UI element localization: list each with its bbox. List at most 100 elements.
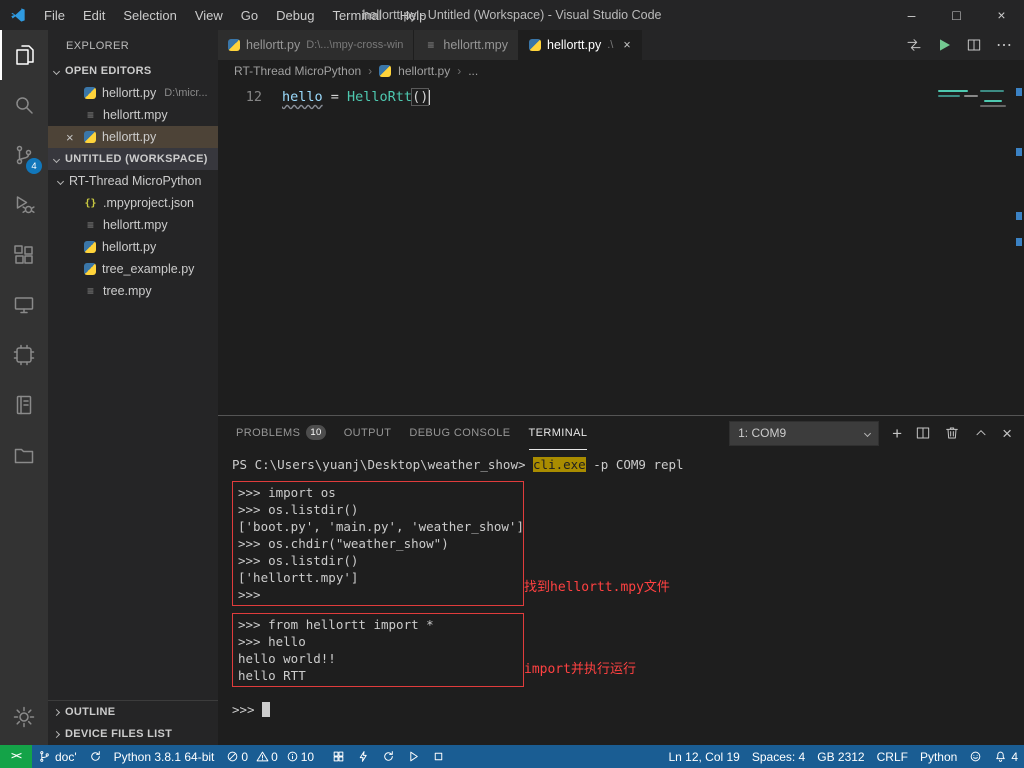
tree-file-item[interactable]: tree_example.py: [48, 258, 218, 280]
eol-sequence[interactable]: CRLF: [871, 745, 914, 768]
chevron-down-icon: [864, 429, 871, 436]
close-panel-icon[interactable]: ×: [1002, 425, 1012, 442]
open-editor-item[interactable]: ≡ hellortt.mpy: [48, 104, 218, 126]
open-changes-icon[interactable]: [906, 37, 922, 53]
tab-hellortt-py-local[interactable]: hellortt.py D:\...\mpy-cross-win: [218, 30, 414, 60]
maximize-panel-icon[interactable]: [973, 425, 989, 441]
section-device-files[interactable]: DEVICE FILES LIST: [48, 723, 218, 745]
python-interpreter-item[interactable]: Python 3.8.1 64-bit: [108, 745, 221, 768]
line-number: 12: [218, 89, 262, 105]
notification-count: 4: [1011, 750, 1018, 764]
chevron-right-icon: [53, 708, 60, 715]
explorer-icon[interactable]: [0, 30, 48, 80]
extensions-icon[interactable]: [0, 230, 48, 280]
kill-terminal-icon[interactable]: [944, 425, 960, 441]
tab-output[interactable]: OUTPUT: [344, 416, 392, 450]
language-mode[interactable]: Python: [914, 745, 963, 768]
python-file-icon: [228, 39, 240, 51]
menu-file[interactable]: File: [36, 4, 73, 27]
breadcrumb-item[interactable]: RT-Thread MicroPython: [234, 64, 361, 78]
terminal-line: >>> import os: [238, 484, 518, 501]
problems-summary[interactable]: 0 0 10: [220, 750, 326, 764]
split-editor-icon[interactable]: [966, 37, 982, 53]
stop-icon[interactable]: [426, 745, 451, 768]
code-parens: (): [412, 89, 428, 105]
section-outline[interactable]: OUTLINE: [48, 701, 218, 723]
encoding[interactable]: GB 2312: [811, 745, 870, 768]
new-terminal-icon[interactable]: +: [892, 425, 902, 442]
tab-problems[interactable]: PROBLEMS 10: [236, 416, 326, 450]
editor-caret: [428, 90, 430, 105]
device-folder-icon[interactable]: [0, 430, 48, 480]
tree-folder-rt-thread[interactable]: RT-Thread MicroPython: [48, 170, 218, 192]
git-branch-item[interactable]: doc': [32, 745, 83, 768]
open-editor-item[interactable]: hellortt.py D:\micr...: [48, 82, 218, 104]
eol-label: CRLF: [877, 750, 908, 764]
json-file-icon: {}: [84, 198, 97, 209]
file-label: hellortt.mpy: [103, 108, 168, 122]
terminal-dropdown[interactable]: 1: COM9: [729, 421, 879, 446]
notebook-icon[interactable]: [0, 380, 48, 430]
menu-view[interactable]: View: [187, 4, 231, 27]
maximize-button[interactable]: □: [934, 0, 979, 30]
settings-gear-icon[interactable]: [0, 689, 48, 745]
tab-debug-console[interactable]: DEBUG CONSOLE: [409, 416, 510, 450]
split-terminal-icon[interactable]: [915, 425, 931, 441]
sidebar-explorer: EXPLORER OPEN EDITORS hellortt.py D:\mic…: [48, 30, 218, 745]
feedback-smiley-icon[interactable]: [963, 745, 988, 768]
tree-file-item[interactable]: ≡ tree.mpy: [48, 280, 218, 302]
file-label: tree_example.py: [102, 262, 194, 276]
menu-edit[interactable]: Edit: [75, 4, 113, 27]
branch-name: doc': [55, 750, 77, 764]
close-icon[interactable]: ×: [66, 130, 78, 145]
refresh-icon[interactable]: [376, 745, 401, 768]
micropython-extension-icon[interactable]: [0, 330, 48, 380]
section-workspace[interactable]: UNTITLED (WORKSPACE): [48, 148, 218, 170]
cursor-position[interactable]: Ln 12, Col 19: [662, 745, 745, 768]
flash-download-icon[interactable]: [351, 745, 376, 768]
tab-terminal[interactable]: TERMINAL: [529, 416, 588, 450]
terminal-line: >>> hello: [238, 633, 518, 650]
terminal-line: >>>: [232, 701, 255, 718]
code-variable: hello: [282, 89, 323, 105]
tree-file-item[interactable]: {} .mpyproject.json: [48, 192, 218, 214]
tab-hellortt-py-active[interactable]: hellortt.py .\ ×: [519, 30, 642, 60]
file-icon: ≡: [84, 284, 97, 298]
breadcrumb-item[interactable]: hellortt.py: [398, 64, 450, 78]
remote-indicator[interactable]: ><: [0, 745, 32, 768]
close-window-button[interactable]: ×: [979, 0, 1024, 30]
search-icon[interactable]: [0, 80, 48, 130]
run-debug-icon[interactable]: [0, 180, 48, 230]
terminal-cursor: [262, 702, 270, 717]
tree-file-item[interactable]: ≡ hellortt.mpy: [48, 214, 218, 236]
source-control-icon[interactable]: 4: [0, 130, 48, 180]
python-file-icon: [84, 87, 96, 99]
tree-file-item[interactable]: hellortt.py: [48, 236, 218, 258]
close-tab-icon[interactable]: ×: [623, 38, 630, 52]
more-actions-icon[interactable]: ⋯: [996, 35, 1012, 55]
minimize-button[interactable]: –: [889, 0, 934, 30]
run-file-icon[interactable]: [936, 37, 952, 53]
breadcrumb-item[interactable]: ...: [468, 64, 478, 78]
run-icon[interactable]: [401, 745, 426, 768]
overview-ruler-mark: [1016, 148, 1022, 156]
notifications-bell-icon[interactable]: 4: [988, 745, 1024, 768]
section-open-editors[interactable]: OPEN EDITORS: [48, 60, 218, 82]
terminal[interactable]: PS C:\Users\yuanj\Desktop\weather_show> …: [218, 450, 1024, 745]
menu-debug[interactable]: Debug: [268, 4, 322, 27]
board-icon[interactable]: [326, 745, 351, 768]
sync-icon[interactable]: [83, 745, 108, 768]
problems-badge: 10: [306, 425, 325, 440]
overview-ruler-mark: [1016, 212, 1022, 220]
code-editor[interactable]: 12 hello = HelloRtt(): [218, 82, 1024, 415]
menu-go[interactable]: Go: [233, 4, 266, 27]
tab-hellortt-mpy[interactable]: ≡ hellortt.mpy: [414, 30, 519, 60]
minimap[interactable]: [934, 86, 1010, 126]
encoding-label: GB 2312: [817, 750, 864, 764]
indentation[interactable]: Spaces: 4: [746, 745, 811, 768]
bottom-panel: PROBLEMS 10 OUTPUT DEBUG CONSOLE TERMINA…: [218, 415, 1024, 745]
remote-explorer-icon[interactable]: [0, 280, 48, 330]
open-editor-item-active[interactable]: × hellortt.py: [48, 126, 218, 148]
menu-selection[interactable]: Selection: [115, 4, 184, 27]
file-icon: ≡: [84, 108, 97, 122]
